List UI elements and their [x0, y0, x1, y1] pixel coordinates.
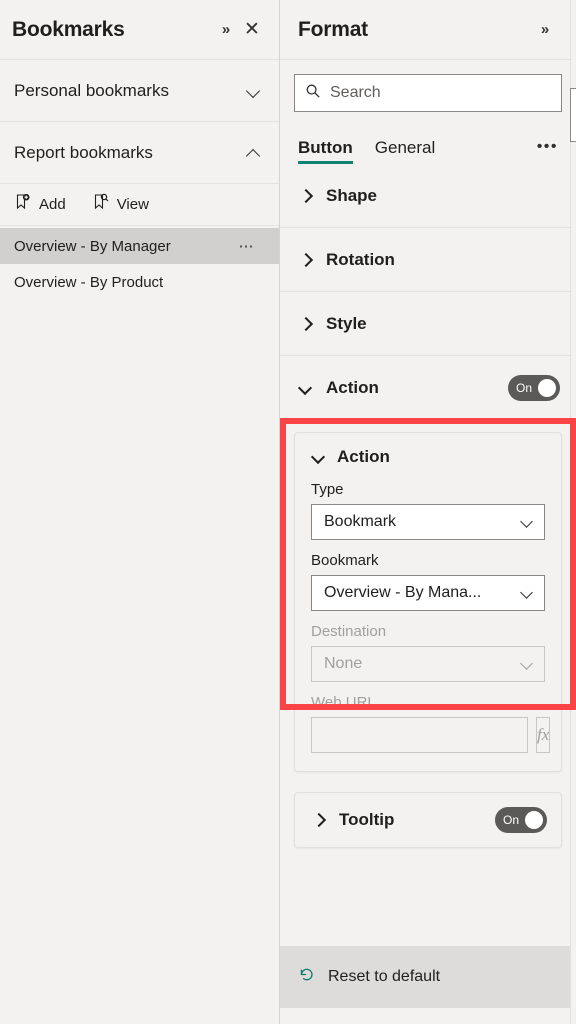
- type-dropdown-value: Bookmark: [324, 513, 397, 530]
- bookmarks-header: Bookmarks » ✕: [0, 0, 279, 60]
- reset-to-default-label: Reset to default: [328, 968, 441, 985]
- tooltip-toggle-state: On: [503, 813, 520, 827]
- field-web-url-label: Web URL: [311, 694, 376, 711]
- view-bookmark-button[interactable]: View: [92, 193, 149, 216]
- bookmark-add-icon: [14, 193, 32, 216]
- chevron-down-icon: [520, 515, 534, 529]
- format-tabs: Button General •••: [280, 122, 576, 164]
- format-pane: Format » Button General: [280, 0, 576, 1024]
- chevron-right-icon: [298, 316, 314, 332]
- section-shape[interactable]: Shape: [280, 164, 576, 228]
- undo-icon: [298, 966, 316, 989]
- web-url-input: [311, 717, 528, 753]
- function-icon: fx: [536, 717, 551, 753]
- chevron-right-icon: [298, 252, 314, 268]
- tab-button[interactable]: Button: [298, 138, 353, 164]
- chevron-up-icon: [247, 146, 261, 160]
- section-tooltip[interactable]: Tooltip On: [294, 792, 562, 848]
- type-dropdown[interactable]: Bookmark: [311, 504, 545, 540]
- add-bookmark-button[interactable]: Add: [14, 193, 66, 216]
- section-style[interactable]: Style: [280, 292, 576, 356]
- action-toggle-state: On: [516, 380, 533, 395]
- adjacent-panel-edge: [570, 0, 576, 1024]
- chevron-down-icon: [247, 84, 261, 98]
- section-style-label: Style: [326, 313, 367, 333]
- bookmark-item-overview-by-product[interactable]: Overview - By Product: [0, 264, 279, 300]
- action-subsection-label: Action: [337, 447, 390, 466]
- field-type-label: Type: [311, 481, 344, 498]
- tabs-overflow-icon[interactable]: •••: [537, 138, 558, 164]
- chevron-right-icon: [311, 812, 327, 828]
- adjacent-panel-input-edge: [570, 88, 576, 142]
- fx-label: fx: [537, 725, 550, 744]
- toggle-knob: [538, 378, 556, 397]
- field-destination: Destination None: [311, 623, 545, 682]
- search-container: [280, 60, 576, 122]
- section-action[interactable]: Action On: [280, 356, 576, 420]
- bookmarks-pane: Bookmarks » ✕ Personal bookmarks Report …: [0, 0, 280, 1024]
- section-report-bookmarks[interactable]: Report bookmarks: [0, 122, 279, 184]
- reset-to-default-button[interactable]: Reset to default: [280, 946, 576, 1008]
- chevron-double-right-icon[interactable]: »: [532, 17, 558, 43]
- action-subsection-header[interactable]: Action: [311, 447, 545, 467]
- bookmarks-title: Bookmarks: [12, 17, 125, 41]
- search-icon: [305, 83, 321, 104]
- chevron-down-icon: [311, 449, 327, 465]
- field-bookmark-label: Bookmark: [311, 552, 379, 569]
- tooltip-toggle[interactable]: On: [495, 807, 547, 833]
- tab-general[interactable]: General: [375, 138, 435, 164]
- bookmark-view-icon: [92, 193, 110, 216]
- bookmark-dropdown[interactable]: Overview - By Mana...: [311, 575, 545, 611]
- chevron-down-icon: [520, 657, 534, 671]
- field-type: Type Bookmark: [311, 481, 545, 540]
- section-rotation[interactable]: Rotation: [280, 228, 576, 292]
- chevron-right-icon: [298, 188, 314, 204]
- section-report-bookmarks-label: Report bookmarks: [14, 142, 153, 162]
- destination-dropdown: None: [311, 646, 545, 682]
- destination-dropdown-value: None: [324, 655, 363, 672]
- web-url-row: fx: [311, 717, 551, 753]
- action-toggle[interactable]: On: [508, 374, 560, 401]
- tab-general-label: General: [374, 138, 436, 157]
- search-input[interactable]: [330, 84, 551, 102]
- section-action-label: Action: [326, 377, 379, 397]
- section-shape-label: Shape: [326, 185, 378, 205]
- format-header: Format »: [280, 0, 576, 60]
- chevron-double-right-icon[interactable]: »: [213, 17, 239, 43]
- toggle-knob: [525, 811, 543, 829]
- format-sections: Shape Rotation Style Action On Action Ty…: [280, 164, 576, 946]
- format-title: Format: [298, 17, 368, 41]
- bookmarks-toolbar: Add View: [0, 184, 279, 226]
- view-bookmark-label: View: [116, 196, 149, 213]
- bookmark-item-label: Overview - By Manager: [14, 237, 171, 255]
- tab-button-label: Button: [298, 138, 353, 157]
- field-bookmark: Bookmark Overview - By Mana...: [311, 552, 545, 611]
- bookmarks-list: Overview - By Manager ⋯ Overview - By Pr…: [0, 226, 279, 300]
- section-personal-bookmarks-label: Personal bookmarks: [14, 80, 169, 100]
- bookmark-item-label: Overview - By Product: [14, 273, 164, 291]
- search-box[interactable]: [294, 74, 562, 112]
- field-destination-label: Destination: [311, 623, 387, 640]
- action-settings-card: Action Type Bookmark Bookmark Overview -…: [294, 432, 562, 772]
- section-personal-bookmarks[interactable]: Personal bookmarks: [0, 60, 279, 122]
- bookmark-dropdown-value: Overview - By Mana...: [324, 584, 482, 601]
- field-web-url: Web URL fx: [311, 694, 551, 753]
- close-icon[interactable]: ✕: [239, 17, 265, 43]
- power-bi-panels: Bookmarks » ✕ Personal bookmarks Report …: [0, 0, 576, 1024]
- chevron-down-icon: [520, 586, 534, 600]
- chevron-down-icon: [298, 380, 314, 396]
- bottom-strip: [280, 1008, 576, 1024]
- section-tooltip-label: Tooltip: [339, 810, 395, 829]
- ellipsis-horizontal-icon[interactable]: ⋯: [239, 237, 266, 255]
- bookmark-item-overview-by-manager[interactable]: Overview - By Manager ⋯: [0, 228, 279, 264]
- add-bookmark-label: Add: [39, 196, 66, 213]
- section-rotation-label: Rotation: [326, 249, 395, 269]
